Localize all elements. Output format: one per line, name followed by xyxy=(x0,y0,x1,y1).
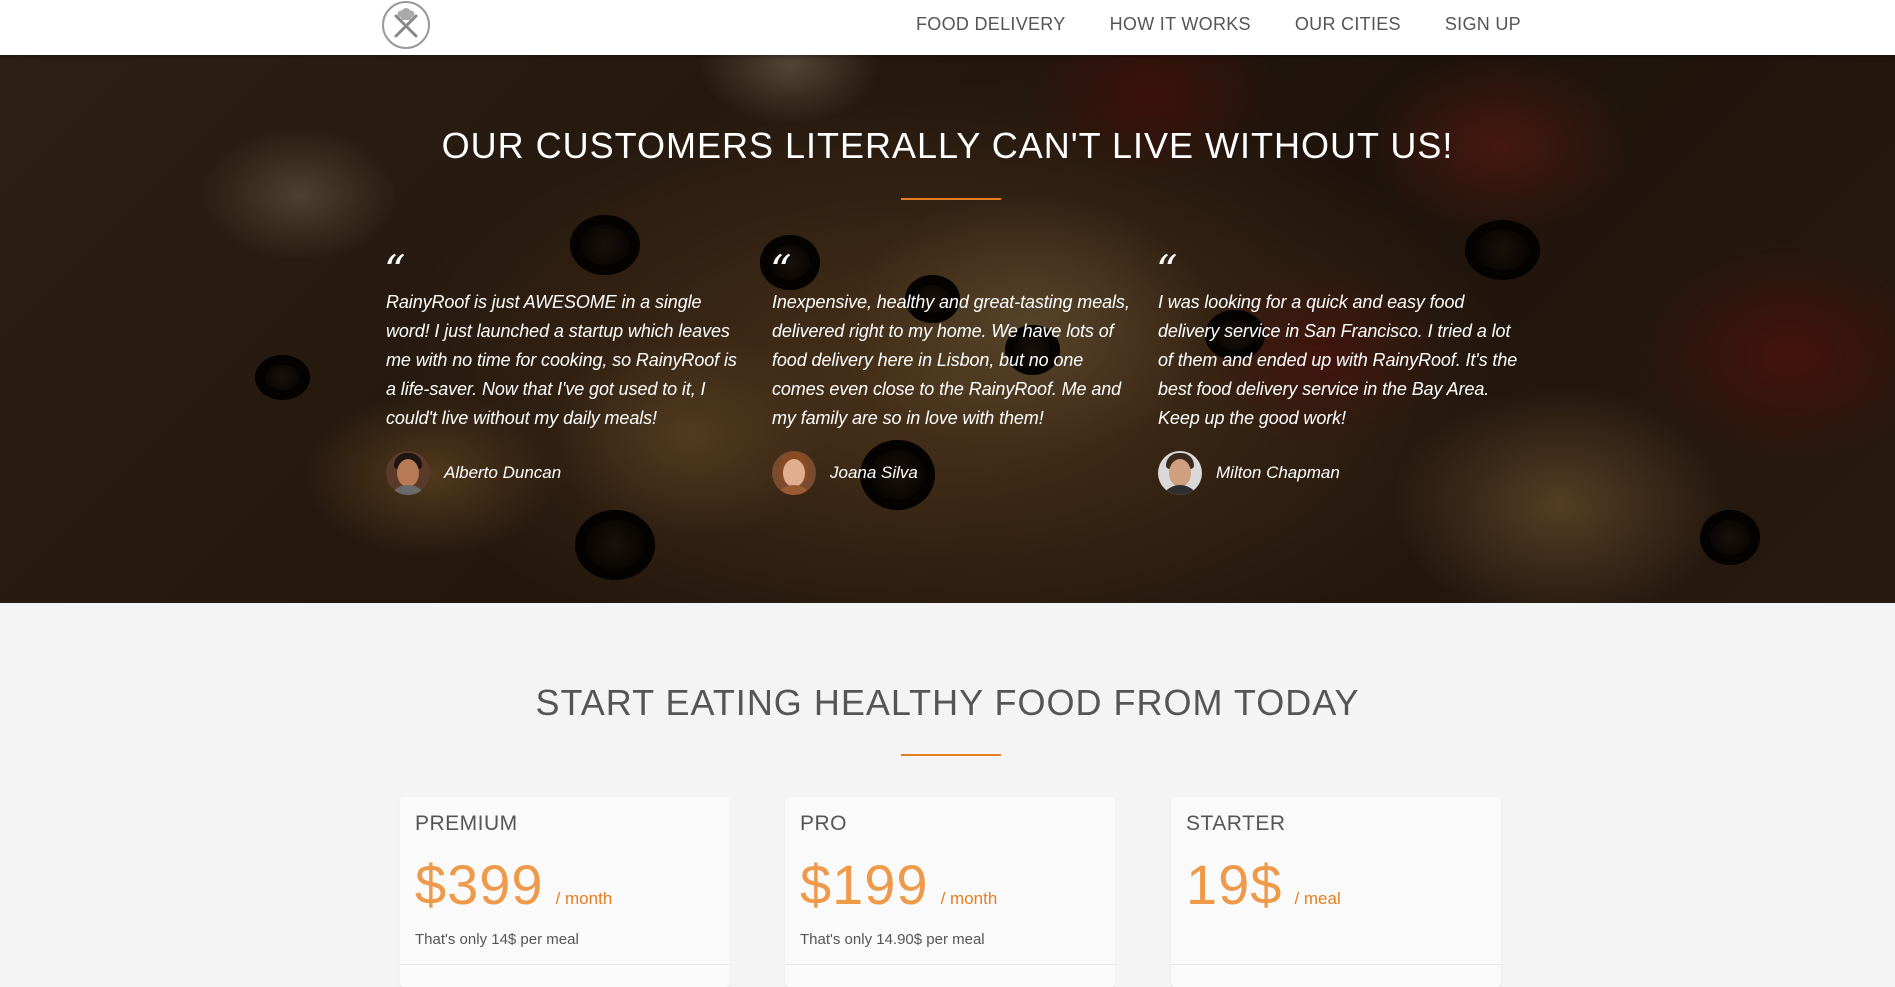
chef-logo-icon[interactable] xyxy=(380,0,432,50)
plan-note: That's only 14$ per meal xyxy=(415,931,579,948)
testimonial-card: “ Inexpensive, healthy and great-tasting… xyxy=(770,246,1132,495)
quote-mark-icon: “ xyxy=(384,246,406,295)
author-name: Alberto Duncan xyxy=(444,463,562,482)
pricing-heading: START EATING HEALTHY FOOD FROM TODAY xyxy=(535,682,1360,723)
testimonial-author: Alberto Duncan xyxy=(386,451,746,495)
testimonial-author: Joana Silva xyxy=(772,451,1132,495)
testimonial-card: “ RainyRoof is just AWESOME in a single … xyxy=(384,246,746,495)
nav-link-sign-up[interactable]: SIGN UP xyxy=(1445,14,1521,35)
plan-price: $199 xyxy=(800,853,929,916)
nav-link-our-cities[interactable]: OUR CITIES xyxy=(1295,14,1401,35)
plan-price: $399 xyxy=(415,853,544,916)
plan-price-row: 19$ / meal xyxy=(1186,852,1341,917)
avatar xyxy=(386,451,430,495)
author-name: Milton Chapman xyxy=(1216,463,1340,482)
plan-price: 19$ xyxy=(1186,853,1283,916)
nav-link-how-it-works[interactable]: HOW IT WORKS xyxy=(1110,14,1251,35)
plan-divider xyxy=(1171,964,1501,965)
plan-divider xyxy=(400,964,730,965)
plan-card-pro: PRO $199 / month That's only 14.90$ per … xyxy=(785,797,1115,987)
plan-name: PRO xyxy=(800,812,848,835)
plan-name: STARTER xyxy=(1186,812,1286,835)
heading-divider xyxy=(901,198,1001,200)
testimonials-section: OUR CUSTOMERS LITERALLY CAN'T LIVE WITHO… xyxy=(0,55,1895,603)
testimonial-card: “ I was looking for a quick and easy foo… xyxy=(1156,246,1518,495)
testimonials-heading: OUR CUSTOMERS LITERALLY CAN'T LIVE WITHO… xyxy=(441,125,1454,166)
testimonial-author: Milton Chapman xyxy=(1158,451,1518,495)
plan-period: / month xyxy=(940,889,998,908)
top-navbar: FOOD DELIVERY HOW IT WORKS OUR CITIES SI… xyxy=(0,0,1895,55)
plan-divider xyxy=(785,964,1115,965)
testimonial-text: RainyRoof is just AWESOME in a single wo… xyxy=(386,292,737,428)
author-name: Joana Silva xyxy=(830,463,918,482)
plan-card-starter: STARTER 19$ / meal xyxy=(1171,797,1501,987)
testimonial-text: I was looking for a quick and easy food … xyxy=(1158,292,1518,428)
plan-price-row: $399 / month xyxy=(415,852,612,917)
plan-period: / month xyxy=(555,889,613,908)
quote-mark-icon: “ xyxy=(1156,246,1178,295)
avatar xyxy=(772,451,816,495)
plan-note: That's only 14.90$ per meal xyxy=(800,931,985,948)
heading-divider xyxy=(901,754,1001,756)
plan-name: PREMIUM xyxy=(415,812,518,835)
quote-mark-icon: “ xyxy=(770,246,792,295)
plan-card-premium: PREMIUM $399 / month That's only 14$ per… xyxy=(400,797,730,987)
avatar xyxy=(1158,451,1202,495)
plan-period: / meal xyxy=(1294,889,1341,908)
main-nav: FOOD DELIVERY HOW IT WORKS OUR CITIES SI… xyxy=(916,14,1521,35)
testimonial-text: Inexpensive, healthy and great-tasting m… xyxy=(772,292,1130,428)
nav-link-food-delivery[interactable]: FOOD DELIVERY xyxy=(916,14,1066,35)
plan-price-row: $199 / month xyxy=(800,852,997,917)
